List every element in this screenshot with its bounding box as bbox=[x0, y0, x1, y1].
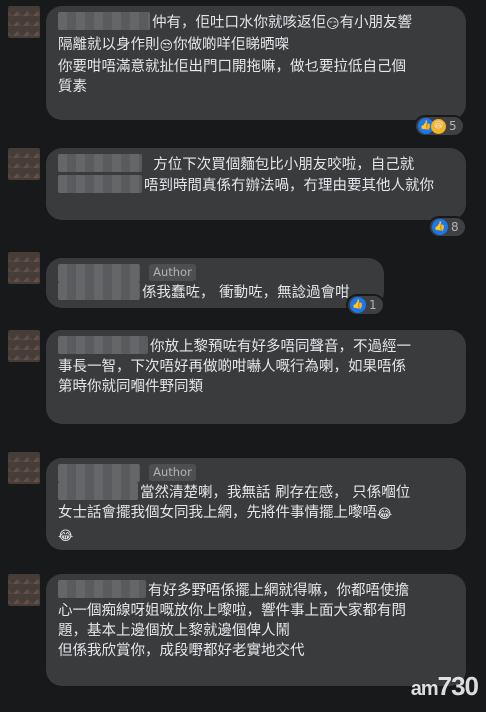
blurred-text bbox=[58, 482, 138, 500]
haha-reaction-icon: 😆 bbox=[431, 118, 446, 134]
comment-bubble: 有好多野唔係擺上網就得嘛，你都唔使擔 心一個痴線呀姐嘅放你上嚟啦，響件事上面大家… bbox=[46, 574, 466, 686]
comment-bubble: 方位下次買個麵包比小朋友咬啦，自己就 唔到時間真係冇辦法喎，冇理由要其他人就你 bbox=[46, 148, 466, 220]
comment-bubble: 仲有，佢吐口水你就咳返佢😏有小朋友響 隔離就以身作則😒你做啲咩佢睇晒㗎 你要咁唔… bbox=[46, 6, 466, 120]
am730-watermark-logo: am730 bbox=[410, 671, 479, 701]
blurred-text bbox=[58, 175, 142, 193]
reaction-summary[interactable]: 👍 8 bbox=[430, 218, 465, 236]
author-badge: Author bbox=[149, 464, 196, 481]
comment-text: 當然清楚喇，我無話 刷存在感， 只係嗰位 bbox=[140, 485, 411, 501]
blurred-username[interactable] bbox=[58, 264, 140, 282]
avatar[interactable] bbox=[8, 6, 40, 38]
reaction-summary[interactable]: 👍 1 bbox=[348, 296, 383, 314]
blurred-username[interactable] bbox=[58, 336, 148, 354]
avatar[interactable] bbox=[8, 452, 40, 484]
like-reaction-icon: 👍 bbox=[432, 219, 448, 235]
comment-text: 仲有，佢吐口水你就咳返佢 bbox=[152, 15, 326, 31]
blurred-username[interactable] bbox=[58, 154, 142, 172]
blurred-text bbox=[58, 282, 140, 300]
blurred-username[interactable] bbox=[58, 464, 140, 482]
blurred-username[interactable] bbox=[58, 580, 146, 598]
avatar[interactable] bbox=[8, 574, 40, 606]
comment-text: 你放上黎預咗有好多唔同聲音，不過經一 bbox=[150, 339, 411, 355]
unamused-emoji-icon: 😒 bbox=[159, 39, 174, 54]
comment-bubble: Author 當然清楚喇，我無話 刷存在感， 只係嗰位 女士話會擺我個女同我上網… bbox=[46, 458, 466, 550]
author-badge: Author bbox=[149, 264, 196, 281]
blurred-username[interactable] bbox=[58, 12, 150, 30]
avatar[interactable] bbox=[8, 148, 40, 180]
like-reaction-icon: 👍 bbox=[350, 297, 366, 313]
comment-text: 係我蠢咗， 衝動咗，無諗過會咁 bbox=[142, 285, 350, 301]
avatar[interactable] bbox=[8, 330, 40, 362]
comment-bubble: 你放上黎預咗有好多唔同聲音，不過經一 事長一智，下次唔好再做啲咁嚇人嘅行為喇，如… bbox=[46, 330, 466, 424]
laughing-emoji-icon: 😂 bbox=[58, 529, 74, 544]
laughing-emoji-icon: 😂 bbox=[377, 507, 393, 522]
comment-bubble: Author 係我蠢咗， 衝動咗，無諗過會咁 bbox=[46, 258, 384, 308]
avatar[interactable] bbox=[8, 252, 40, 284]
comment-text: 方位下次買個麵包比小朋友咬啦，自己就 bbox=[153, 157, 415, 173]
comment-text: 有好多野唔係擺上網就得嘛，你都唔使擔 bbox=[148, 583, 409, 599]
smirk-emoji-icon: 😏 bbox=[326, 17, 340, 32]
reaction-summary[interactable]: 👍 😆 5 bbox=[416, 117, 463, 135]
